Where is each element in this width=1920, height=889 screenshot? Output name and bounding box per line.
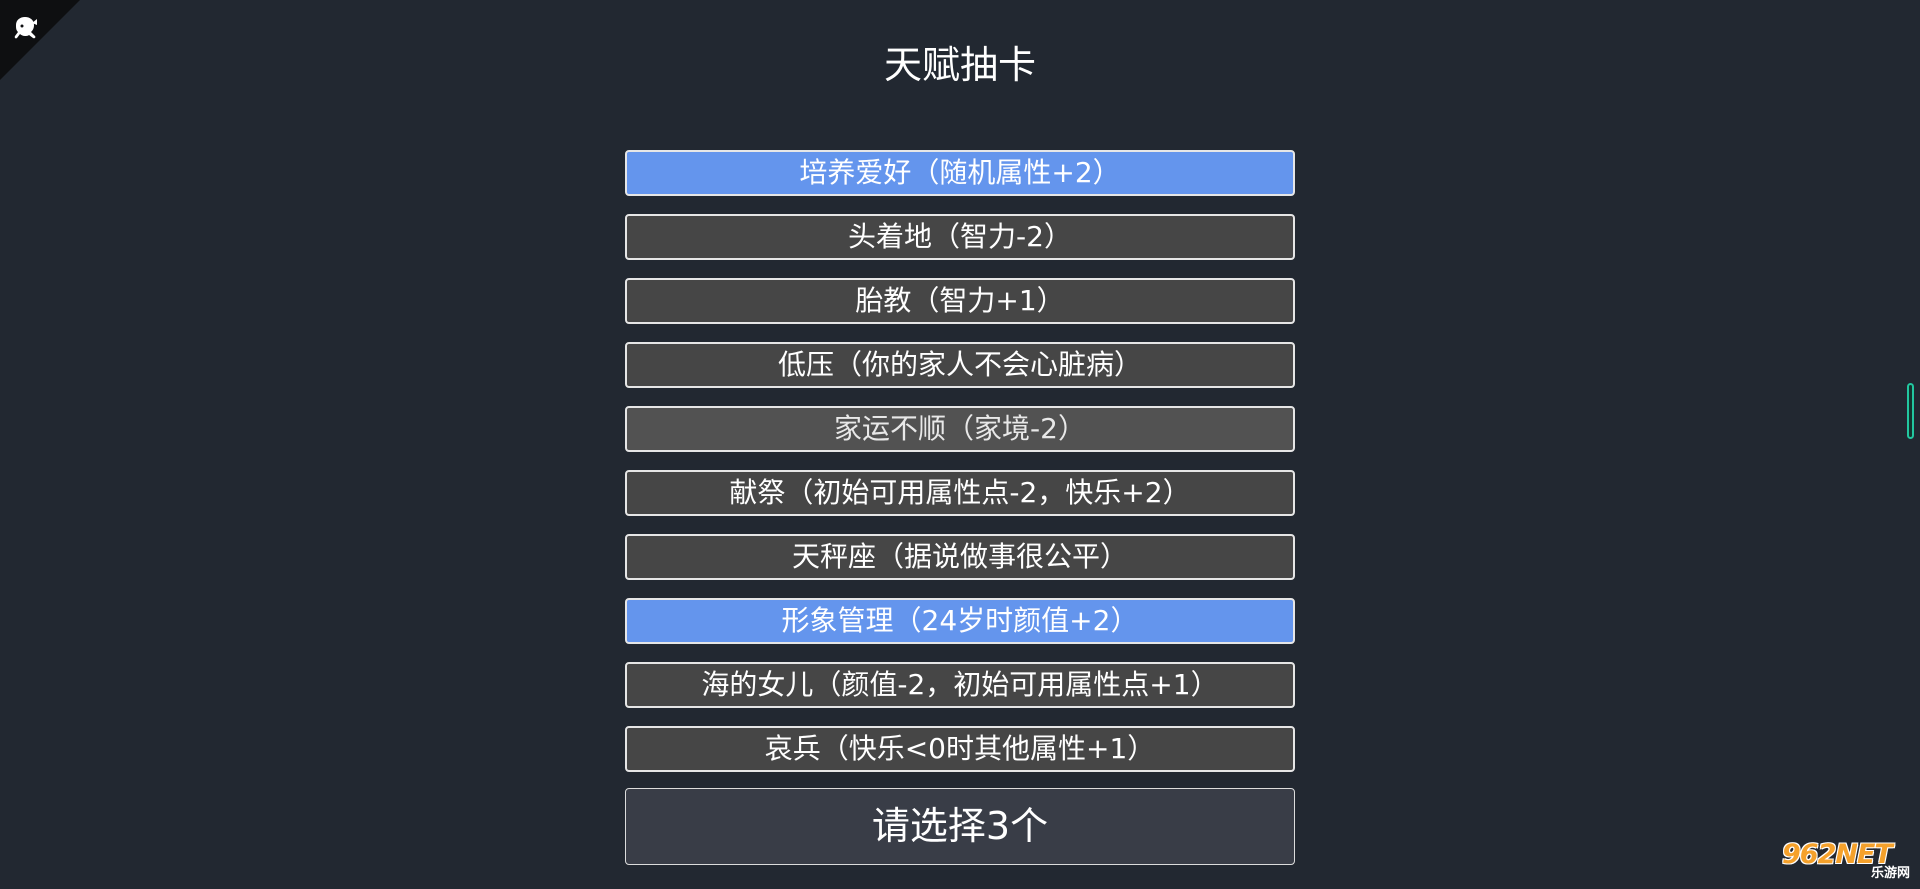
talent-card[interactable]: 哀兵（快乐<0时其他属性+1） [625, 726, 1295, 772]
confirm-button[interactable]: 请选择3个 [625, 788, 1295, 865]
talent-card[interactable]: 胎教（智力+1） [625, 278, 1295, 324]
talent-card[interactable]: 天秤座（据说做事很公平） [625, 534, 1295, 580]
watermark-sub: 乐游网 [1870, 866, 1910, 881]
talent-card[interactable]: 海的女儿（颜值-2，初始可用属性点+1） [625, 662, 1295, 708]
talent-card[interactable]: 形象管理（24岁时颜值+2） [625, 598, 1295, 644]
scroll-indicator[interactable] [1907, 383, 1914, 439]
talent-list[interactable]: 培养爱好（随机属性+2） 头着地（智力-2） 胎教（智力+1） 低压（你的家人不… [625, 150, 1295, 775]
talent-card[interactable]: 低压（你的家人不会心脏病） [625, 342, 1295, 388]
talent-card[interactable]: 头着地（智力-2） [625, 214, 1295, 260]
talent-draw-screen: 天赋抽卡 培养爱好（随机属性+2） 头着地（智力-2） 胎教（智力+1） 低压（… [0, 0, 1920, 889]
talent-card[interactable]: 培养爱好（随机属性+2） [625, 150, 1295, 196]
watermark-logo: 962NET 乐游网 [1782, 840, 1912, 882]
talent-card[interactable]: 献祭（初始可用属性点-2，快乐+2） [625, 470, 1295, 516]
talent-card[interactable]: 家运不顺（家境-2） [625, 406, 1295, 452]
page-title: 天赋抽卡 [883, 43, 1036, 87]
